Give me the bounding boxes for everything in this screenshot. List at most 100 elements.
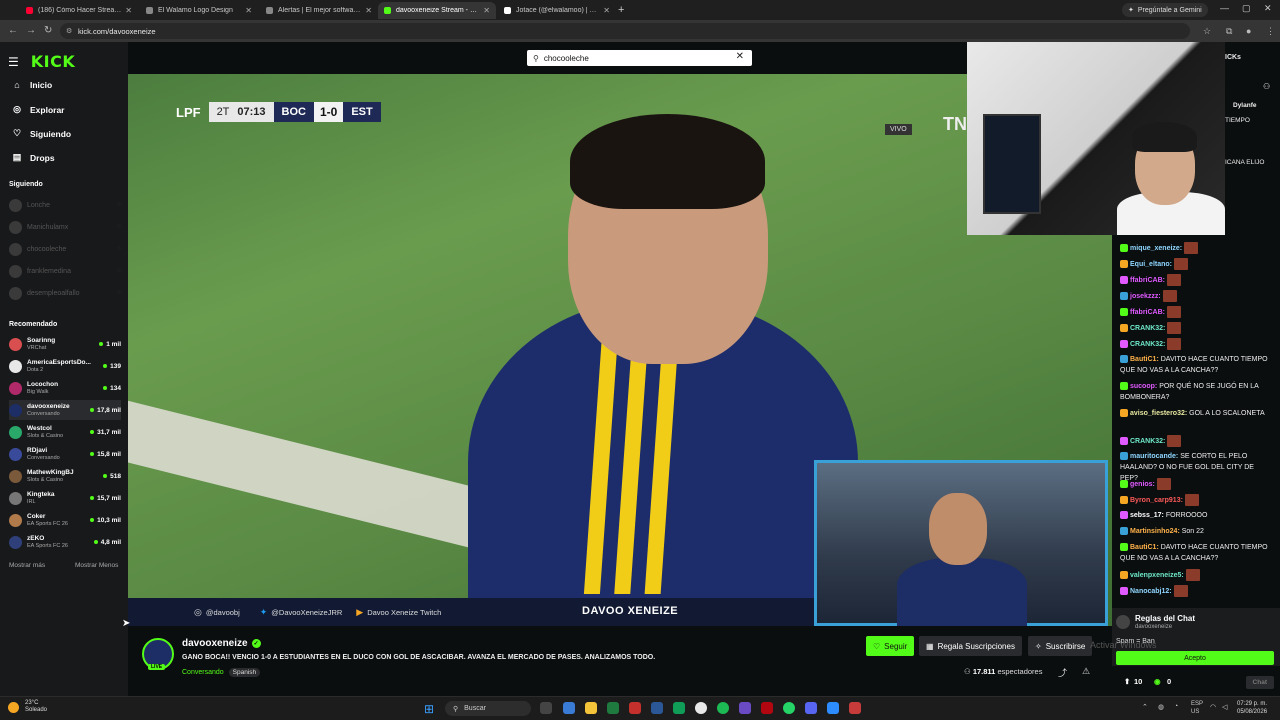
tray-app-icon[interactable]: ◔ xyxy=(1174,703,1178,710)
recommended-channel[interactable]: RDjavi Conversando 15,8 mil xyxy=(9,444,121,464)
back-icon[interactable]: ← xyxy=(8,25,18,36)
site-info-icon[interactable]: ⚙ xyxy=(66,27,72,35)
language-indicator[interactable]: ESP US xyxy=(1191,700,1203,716)
chat-username[interactable]: CRANK32: xyxy=(1130,438,1165,445)
tray-chevron-icon[interactable]: ⌃ xyxy=(1142,703,1148,711)
edge-icon[interactable] xyxy=(673,702,685,714)
close-tab-icon[interactable]: ✕ xyxy=(125,6,132,15)
recommended-channel[interactable]: Kingteka IRL 15,7 mil xyxy=(9,488,121,508)
minimize-icon[interactable]: — xyxy=(1220,3,1229,13)
recommended-channel[interactable]: Locochon Big Walk 134 xyxy=(9,378,121,398)
chat-username[interactable]: Byron_carp913: xyxy=(1130,497,1183,504)
recommended-channel[interactable]: davooxeneize Conversando 17,8 mil xyxy=(9,400,121,420)
show-more-link[interactable]: Mostrar más xyxy=(9,562,45,569)
wifi-icon[interactable]: ◠ xyxy=(1210,703,1216,711)
category-link[interactable]: Conversando xyxy=(182,669,224,676)
follow-button[interactable]: ♡ Seguir xyxy=(866,636,915,656)
word-icon[interactable] xyxy=(651,702,663,714)
volume-icon[interactable]: ◁ xyxy=(1222,703,1227,711)
new-tab-icon[interactable]: + xyxy=(618,4,624,16)
recommended-channel[interactable]: Westcol Slots & Casino 31,7 mil xyxy=(9,422,121,442)
recommended-channel[interactable]: zEKO EA Sports FC 26 4,8 mil xyxy=(9,532,121,552)
gift-subs-button[interactable]: ▦ Regala Suscripciones xyxy=(919,636,1022,656)
chat-username[interactable]: BautiC1: xyxy=(1130,544,1159,551)
chat-username[interactable]: ffabriCAB: xyxy=(1130,309,1165,316)
following-item[interactable]: Manichulamx ◌ xyxy=(9,218,121,236)
chat-username[interactable]: mique_xeneize: xyxy=(1130,245,1182,252)
recommended-channel[interactable]: AmericaEsportsDo... Dota 2 139 xyxy=(9,356,121,376)
spotify-icon[interactable] xyxy=(717,702,729,714)
url-field[interactable]: ⚙ kick.com/davooxeneize xyxy=(60,23,1190,39)
teams-icon[interactable] xyxy=(739,702,751,714)
close-window-icon[interactable]: ✕ xyxy=(1264,3,1272,14)
profile-avatar[interactable]: ● xyxy=(1246,26,1251,36)
extensions-icon[interactable]: ⧉ xyxy=(1226,26,1232,37)
file-explorer-icon[interactable] xyxy=(585,702,597,714)
nav-item-siguiendo[interactable]: ♡ Siguiendo xyxy=(10,128,71,139)
following-item[interactable]: franklemedina ◌ xyxy=(9,262,121,280)
chat-username[interactable]: Nanocabj12: xyxy=(1130,588,1172,595)
chat-users-icon[interactable]: ⚇ xyxy=(1263,82,1270,91)
language-tag[interactable]: Spanish xyxy=(228,668,261,677)
hamburger-menu-icon[interactable]: ☰ xyxy=(8,55,19,69)
kicks-icon[interactable]: ⬆ xyxy=(1124,677,1130,686)
channel-name[interactable]: davooxeneize xyxy=(182,638,248,649)
recommended-channel[interactable]: MathewKingBJ Slots & Casino 518 xyxy=(9,466,121,486)
maximize-icon[interactable]: ▢ xyxy=(1242,3,1251,14)
pdf-icon[interactable] xyxy=(629,702,641,714)
chat-username[interactable]: sucoop: xyxy=(1130,383,1157,390)
chat-username[interactable]: genios: xyxy=(1130,481,1155,488)
recommended-channel[interactable]: Coker EA Sports FC 26 10,3 mil xyxy=(9,510,121,530)
zoom-icon[interactable] xyxy=(827,702,839,714)
copilot-icon[interactable] xyxy=(563,702,575,714)
following-item[interactable]: desempleoalfallo ◌ xyxy=(9,284,121,302)
kick-logo[interactable]: KICK xyxy=(31,52,76,71)
points-icon[interactable]: ◉ xyxy=(1154,677,1161,686)
taskbar-search[interactable]: ⚲ Buscar xyxy=(445,701,531,716)
discord-icon[interactable] xyxy=(805,702,817,714)
chat-username[interactable]: mauritocande: xyxy=(1130,453,1178,460)
excel-icon[interactable] xyxy=(607,702,619,714)
chat-username[interactable]: BautiC1: xyxy=(1130,356,1159,363)
chat-username[interactable]: Equi_eltano: xyxy=(1130,261,1172,268)
forward-icon[interactable]: → xyxy=(26,25,36,36)
nav-item-inicio[interactable]: ⌂ Inicio xyxy=(10,80,52,90)
browser-tab[interactable]: El Walamo Logo Design ✕ xyxy=(140,2,258,19)
accept-rules-button[interactable]: Acepto xyxy=(1116,651,1274,665)
chat-username[interactable]: josekzzz: xyxy=(1130,293,1161,300)
reload-icon[interactable]: ↻ xyxy=(44,25,52,36)
chat-username[interactable]: CRANK32: xyxy=(1130,341,1165,348)
share-icon[interactable]: ⤴ xyxy=(1058,666,1067,679)
search-input[interactable]: ⚲ chocooleche ✕ xyxy=(527,50,752,66)
weather-widget[interactable]: 23°C Soleado xyxy=(8,700,47,714)
chat-send-button[interactable]: Chat xyxy=(1245,676,1274,689)
report-icon[interactable]: ⚠ xyxy=(1082,666,1090,677)
browser-tab[interactable]: Alertas | El mejor software para✕ xyxy=(260,2,378,19)
whatsapp-icon[interactable] xyxy=(783,702,795,714)
chrome-icon[interactable] xyxy=(695,702,707,714)
subscribe-button[interactable]: ✧ Suscribirse xyxy=(1028,636,1093,656)
gemini-button[interactable]: ✦ Pregúntale a Gemini xyxy=(1122,3,1208,17)
chat-username[interactable]: ffabriCAB: xyxy=(1130,277,1165,284)
nav-item-explorar[interactable]: ◎ Explorar xyxy=(10,104,64,115)
close-tab-icon[interactable]: ✕ xyxy=(603,6,610,15)
bookmark-star-icon[interactable]: ☆ xyxy=(1203,26,1211,37)
windows-start-icon[interactable]: ⊞ xyxy=(424,702,434,716)
clock[interactable]: 07:29 p. m. 05/08/2026 xyxy=(1237,700,1267,716)
more-menu-icon[interactable]: ⋮ xyxy=(1266,26,1275,37)
task-view-icon[interactable] xyxy=(540,702,552,714)
close-tab-icon[interactable]: ✕ xyxy=(365,6,372,15)
chat-username[interactable]: Martinsinho24: xyxy=(1130,528,1180,535)
show-less-link[interactable]: Mostrar Menos xyxy=(75,562,118,569)
chat-username[interactable]: sebss_17: xyxy=(1130,512,1164,519)
close-tab-icon[interactable]: ✕ xyxy=(483,6,490,15)
tray-app-icon[interactable]: ◍ xyxy=(1158,703,1164,711)
chat-username[interactable]: aviso_fiestero32: xyxy=(1130,410,1187,417)
nav-item-drops[interactable]: ▤ Drops xyxy=(10,152,55,163)
browser-tab[interactable]: Jotace (@elwalamoo) | TikTok✕ xyxy=(498,2,616,19)
chat-username[interactable]: CRANK32: xyxy=(1130,325,1165,332)
close-tab-icon[interactable]: ✕ xyxy=(245,6,252,15)
netflix-icon[interactable] xyxy=(761,702,773,714)
clear-search-icon[interactable]: ✕ xyxy=(736,51,744,62)
browser-tab-active[interactable]: davooxeneize Stream - Wat ✕ xyxy=(378,2,496,19)
